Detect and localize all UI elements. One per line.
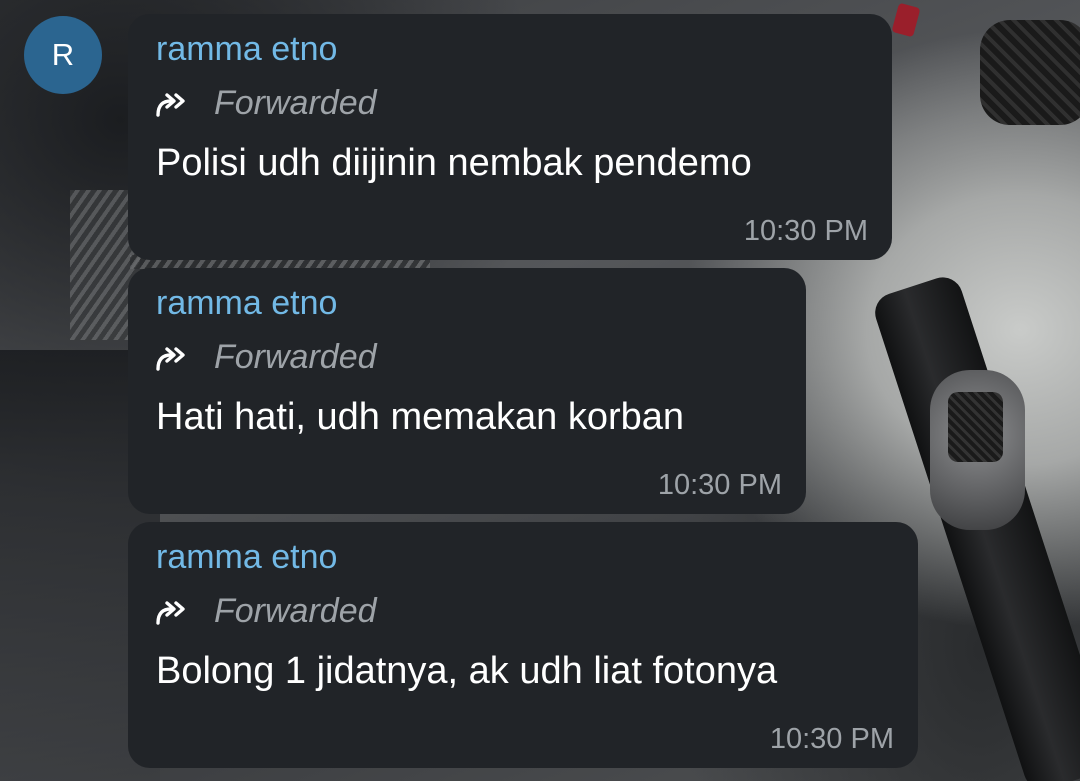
message-time: 10:30 PM — [769, 723, 894, 755]
message-text: Polisi udh diijinin nembak pendemo — [156, 142, 752, 184]
message-text: Hati hati, udh memakan korban — [156, 396, 685, 438]
forward-icon — [154, 597, 194, 627]
forwarded-label: Forwarded — [214, 84, 377, 122]
message-bubble[interactable]: ramma etno Forwarded Polisi udh diijinin… — [128, 14, 892, 260]
wallpaper-handle-grip — [980, 20, 1080, 125]
forwarded-header: Forwarded — [154, 84, 377, 123]
sender-name[interactable]: ramma etno — [156, 30, 337, 69]
forward-icon — [154, 343, 194, 373]
message-text: Bolong 1 jidatnya, ak udh liat fotonya — [156, 650, 778, 692]
sender-name[interactable]: ramma etno — [156, 284, 337, 323]
forward-icon — [154, 89, 194, 119]
sender-name[interactable]: ramma etno — [156, 538, 337, 577]
forwarded-label: Forwarded — [214, 338, 377, 376]
message-time: 10:30 PM — [743, 215, 868, 247]
wallpaper-clamp-detail — [948, 392, 1003, 462]
message-bubble[interactable]: ramma etno Forwarded Hati hati, udh mema… — [128, 268, 806, 514]
message-time: 10:30 PM — [657, 469, 782, 501]
forwarded-header: Forwarded — [154, 592, 377, 631]
sender-avatar[interactable]: R — [24, 16, 102, 94]
forwarded-header: Forwarded — [154, 338, 377, 377]
wallpaper-red-part — [891, 2, 921, 38]
avatar-initial: R — [51, 37, 75, 72]
message-bubble[interactable]: ramma etno Forwarded Bolong 1 jidatnya, … — [128, 522, 918, 768]
forwarded-label: Forwarded — [214, 592, 377, 630]
